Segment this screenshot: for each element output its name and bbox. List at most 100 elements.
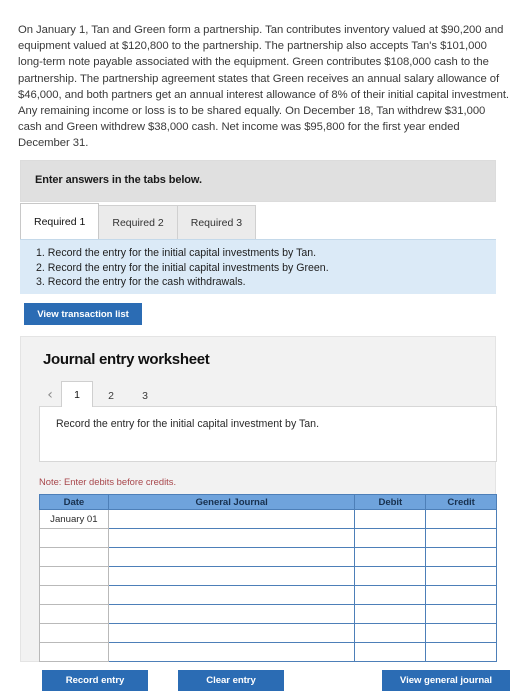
tab-required-2[interactable]: Required 2 — [98, 205, 178, 239]
cell-general-journal-input[interactable] — [108, 532, 355, 547]
table-row — [39, 642, 497, 662]
cell-date[interactable] — [39, 642, 109, 662]
worksheet-description-box: Record the entry for the initial capital… — [39, 406, 497, 462]
worksheet-pager: ‹ 1 2 3 — [39, 381, 163, 407]
cell-general-journal-input[interactable] — [108, 627, 355, 642]
journal-table-head: Date General Journal Debit Credit — [39, 494, 497, 510]
cell-credit — [425, 585, 497, 605]
column-header-credit: Credit — [425, 494, 497, 510]
cell-debit-input[interactable] — [355, 513, 426, 528]
worksheet-page-3-label: 3 — [142, 389, 148, 402]
cell-general-journal — [107, 642, 356, 662]
tab-required-1-label: Required 1 — [34, 215, 86, 228]
worksheet-page-1[interactable]: 1 — [61, 381, 93, 407]
table-row: January 01 — [39, 509, 497, 529]
journal-entry-table: Date General Journal Debit Credit Januar… — [39, 494, 497, 662]
cell-credit — [425, 642, 497, 662]
cell-credit — [425, 509, 497, 529]
cell-debit-input[interactable] — [355, 532, 426, 547]
worksheet-page-2-label: 2 — [108, 389, 114, 402]
cell-debit-input[interactable] — [355, 627, 426, 642]
cell-date[interactable] — [39, 547, 109, 567]
worksheet-title: Journal entry worksheet — [43, 351, 210, 368]
cell-date[interactable] — [39, 623, 109, 643]
cell-credit-input[interactable] — [426, 570, 496, 585]
clear-entry-button[interactable]: Clear entry — [178, 670, 284, 691]
requirement-item: 2. Record the entry for the initial capi… — [36, 261, 329, 274]
column-header-debit: Debit — [354, 494, 427, 510]
cell-debit — [354, 585, 427, 605]
cell-credit — [425, 528, 497, 548]
cell-debit — [354, 604, 427, 624]
cell-general-journal-input[interactable] — [108, 646, 355, 661]
cell-debit-input[interactable] — [355, 570, 426, 585]
tab-required-1[interactable]: Required 1 — [20, 203, 100, 239]
chevron-left-icon[interactable]: ‹ — [39, 383, 61, 407]
cell-date[interactable] — [39, 528, 109, 548]
cell-credit — [425, 623, 497, 643]
worksheet-page-2[interactable]: 2 — [95, 383, 127, 407]
cell-credit-input[interactable] — [426, 513, 496, 528]
requirements-list: 1. Record the entry for the initial capi… — [36, 246, 329, 290]
cell-debit — [354, 509, 427, 529]
view-transaction-list-button[interactable]: View transaction list — [24, 303, 142, 325]
cell-general-journal-input[interactable] — [108, 551, 355, 566]
column-header-date: Date — [39, 494, 109, 510]
cell-credit-input[interactable] — [426, 532, 496, 547]
cell-general-journal-input[interactable] — [108, 589, 355, 604]
requirement-item: 1. Record the entry for the initial capi… — [36, 247, 317, 259]
cell-credit-input[interactable] — [426, 551, 496, 566]
cell-debit — [354, 623, 427, 643]
cell-general-journal-input[interactable] — [108, 570, 355, 585]
cell-credit — [425, 547, 497, 567]
worksheet-description-text: Record the entry for the initial capital… — [56, 418, 320, 430]
cell-general-journal — [107, 585, 356, 605]
tab-required-3-label: Required 3 — [190, 216, 243, 229]
cell-general-journal — [107, 547, 356, 567]
cell-date[interactable] — [39, 604, 109, 624]
journal-table-body: January 01 — [39, 509, 497, 662]
cell-debit-input[interactable] — [355, 589, 426, 604]
column-header-general-journal: General Journal — [107, 494, 356, 510]
cell-credit-input[interactable] — [426, 627, 496, 642]
worksheet-page-1-label: 1 — [74, 388, 80, 401]
cell-debit-input[interactable] — [355, 646, 426, 661]
cell-credit-input[interactable] — [426, 589, 496, 604]
cell-general-journal-input[interactable] — [108, 608, 355, 623]
cell-debit — [354, 547, 427, 567]
tab-required-3[interactable]: Required 3 — [176, 205, 257, 239]
view-general-journal-label: View general journal — [399, 675, 493, 686]
cell-date[interactable] — [39, 585, 109, 605]
tab-required-2-label: Required 2 — [112, 216, 164, 229]
record-entry-button[interactable]: Record entry — [42, 670, 148, 691]
cell-date[interactable] — [39, 566, 109, 586]
worksheet-page-3[interactable]: 3 — [129, 383, 161, 407]
cell-debit-input[interactable] — [355, 608, 426, 623]
record-entry-label: Record entry — [65, 675, 125, 686]
cell-credit-input[interactable] — [426, 608, 496, 623]
cell-general-journal-input[interactable] — [108, 513, 355, 528]
cell-general-journal — [107, 509, 356, 529]
cell-debit — [354, 642, 427, 662]
view-general-journal-button[interactable]: View general journal — [382, 670, 510, 691]
cell-general-journal — [107, 623, 356, 643]
table-row — [39, 604, 497, 624]
debits-before-credits-note: Note: Enter debits before credits. — [39, 476, 177, 487]
cell-debit — [354, 528, 427, 548]
cell-credit-input[interactable] — [426, 646, 496, 661]
table-row — [39, 528, 497, 548]
requirement-item: 3. Record the entry for the cash withdra… — [36, 276, 246, 288]
view-transaction-list-label: View transaction list — [37, 308, 129, 320]
cell-general-journal — [107, 604, 356, 624]
problem-statement: On January 1, Tan and Green form a partn… — [18, 24, 510, 150]
table-row — [39, 623, 497, 643]
cell-debit-input[interactable] — [355, 551, 426, 566]
instructions-banner: Enter answers in the tabs below. — [20, 160, 496, 202]
table-row — [39, 547, 497, 567]
journal-table-header-row: Date General Journal Debit Credit — [39, 494, 497, 510]
cell-credit — [425, 566, 497, 586]
exercise-page: On January 1, Tan and Green form a partn… — [0, 0, 526, 700]
cell-general-journal — [107, 528, 356, 548]
required-tabs: Required 1 Required 2 Required 3 — [20, 203, 257, 239]
cell-date[interactable]: January 01 — [39, 509, 109, 529]
